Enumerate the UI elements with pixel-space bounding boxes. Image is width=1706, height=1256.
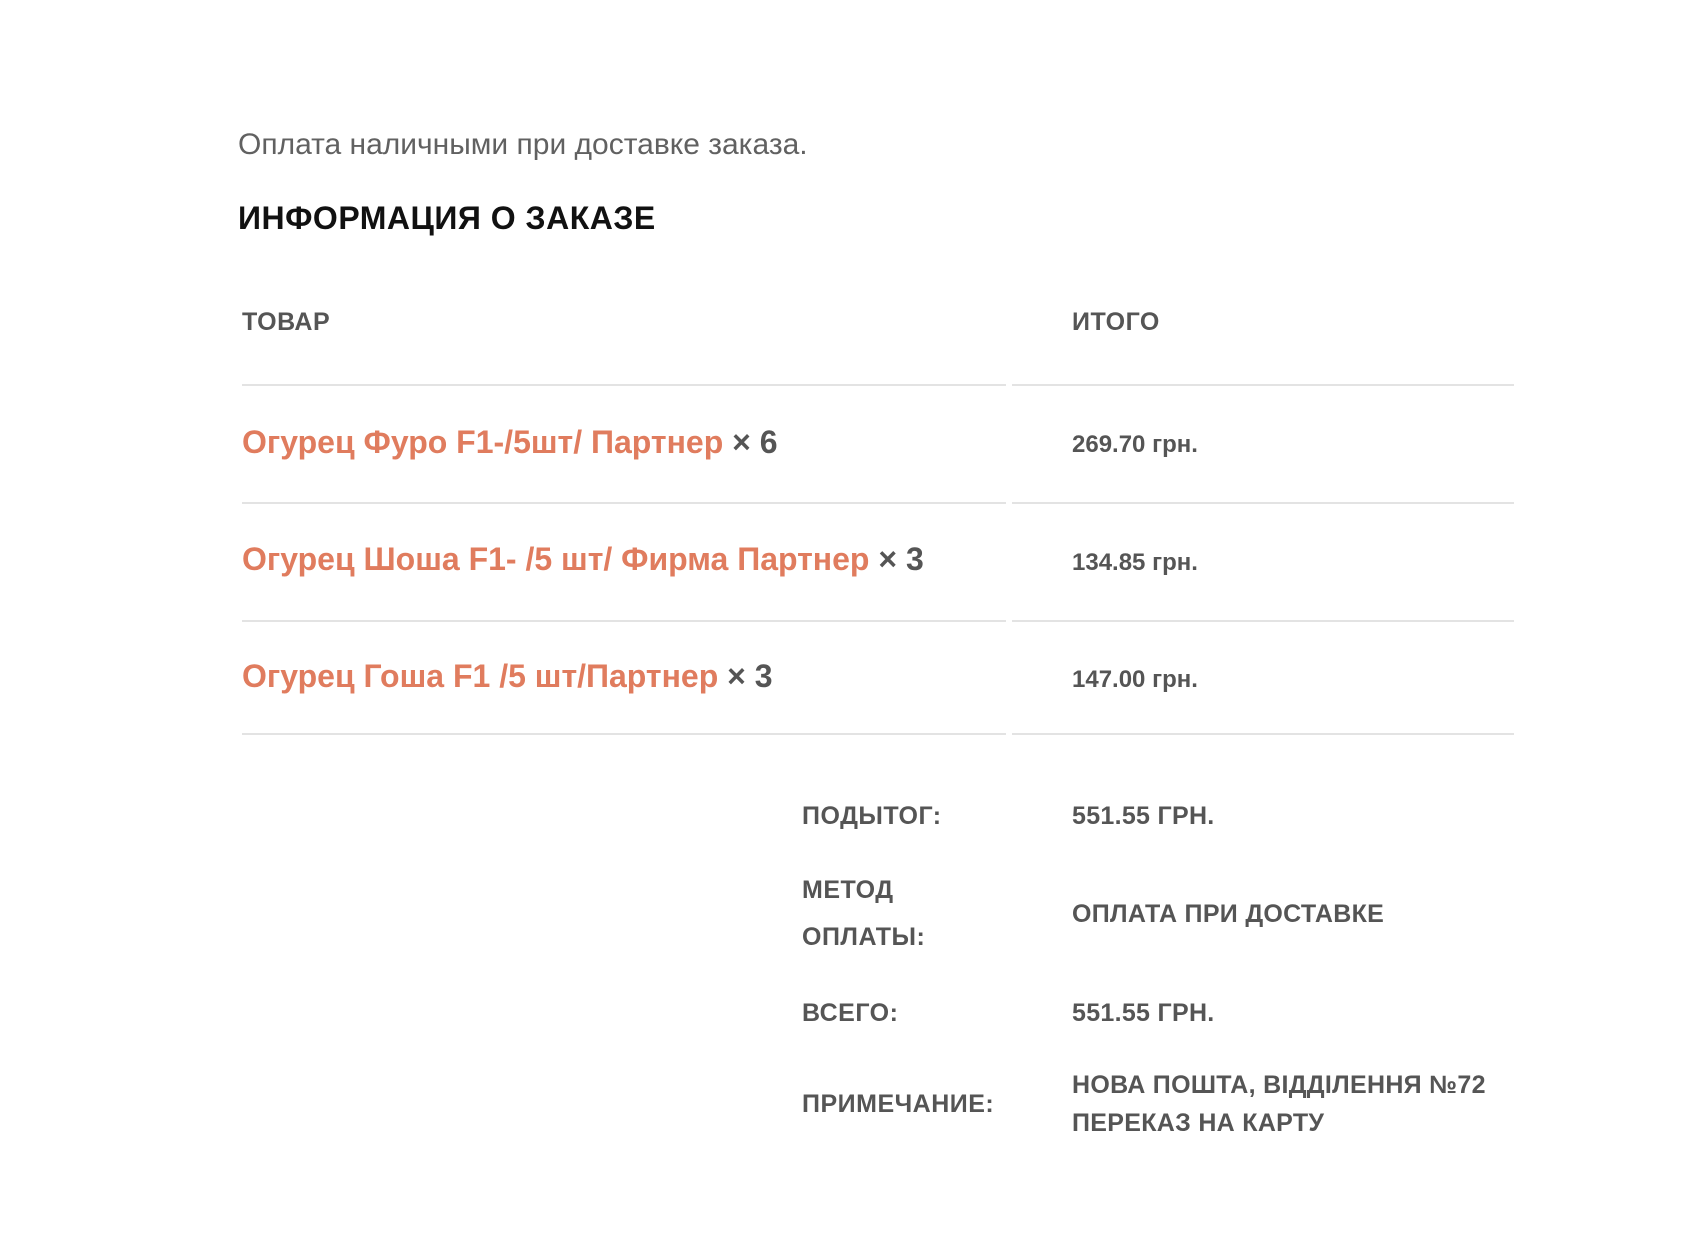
table-divider (1012, 384, 1514, 386)
payment-instructions: Оплата наличными при доставке заказа. (238, 128, 808, 161)
payment-method-label-line2: ОПЛАТЫ: (802, 923, 926, 951)
table-divider (1012, 620, 1514, 622)
table-divider (1012, 733, 1514, 735)
order-received-page: Оплата наличными при доставке заказа. ИН… (0, 0, 1706, 1256)
customer-note-line1: НОВА ПОШТА, ВІДДІЛЕННЯ №72 (1072, 1071, 1486, 1099)
product-quantity: × 6 (732, 424, 778, 460)
table-divider (242, 502, 1006, 504)
table-divider (242, 733, 1006, 735)
product-link[interactable]: Огурец Гоша F1 /5 шт/Партнер (242, 658, 718, 694)
payment-method-value: ОПЛАТА ПРИ ДОСТАВКЕ (1072, 900, 1385, 928)
customer-note-label: ПРИМЕЧАНИЕ: (802, 1090, 995, 1118)
product-quantity: × 3 (878, 541, 924, 577)
product-line-total: 147.00 грн. (1072, 666, 1198, 693)
product-link[interactable]: Огурец Фуро F1-/5шт/ Партнер (242, 424, 723, 460)
table-divider (1012, 502, 1514, 504)
payment-method-label-line1: МЕТОД (802, 876, 894, 904)
product-line-total: 134.85 грн. (1072, 549, 1198, 576)
column-header-total: ИТОГО (1072, 308, 1160, 336)
product-line-total: 269.70 грн. (1072, 431, 1198, 458)
table-row-product: Огурец Гоша F1 /5 шт/Партнер × 3 (242, 658, 773, 695)
total-value: 551.55 ГРН. (1072, 999, 1215, 1027)
table-divider (242, 620, 1006, 622)
total-label: ВСЕГО: (802, 999, 899, 1027)
subtotal-label: ПОДЫТОГ: (802, 802, 942, 830)
column-header-product: ТОВАР (242, 308, 331, 336)
subtotal-value: 551.55 ГРН. (1072, 802, 1215, 830)
product-quantity: × 3 (727, 658, 773, 694)
order-details-heading: ИНФОРМАЦИЯ О ЗАКАЗЕ (238, 200, 656, 236)
customer-note-line2: ПЕРЕКАЗ НА КАРТУ (1072, 1109, 1325, 1137)
table-row-product: Огурец Фуро F1-/5шт/ Партнер × 6 (242, 424, 778, 461)
table-row-product: Огурец Шоша F1- /5 шт/ Фирма Партнер × 3 (242, 541, 924, 578)
table-divider (242, 384, 1006, 386)
product-link[interactable]: Огурец Шоша F1- /5 шт/ Фирма Партнер (242, 541, 869, 577)
